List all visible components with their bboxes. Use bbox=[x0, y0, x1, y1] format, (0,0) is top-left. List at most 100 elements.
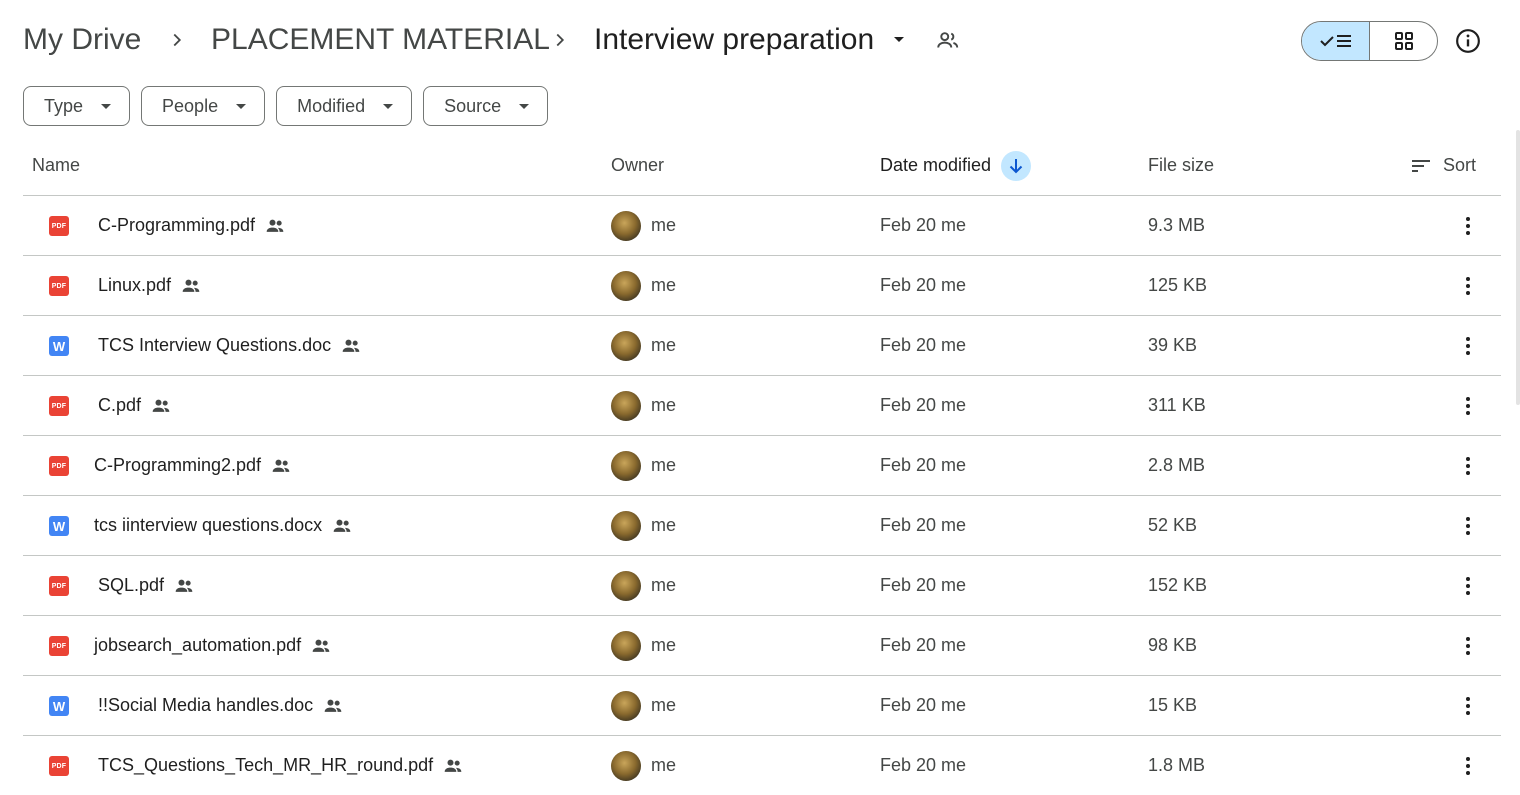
list-view-button[interactable] bbox=[1302, 22, 1370, 60]
avatar bbox=[611, 691, 641, 721]
grid-view-button[interactable] bbox=[1370, 22, 1437, 60]
avatar bbox=[611, 451, 641, 481]
file-name-cell: TCS Interview Questions.doc bbox=[98, 335, 361, 356]
file-name[interactable]: !!Social Media handles.doc bbox=[98, 695, 313, 716]
info-icon[interactable] bbox=[1455, 28, 1481, 54]
owner: me bbox=[651, 215, 677, 235]
file-size: 2.8 MB bbox=[1148, 455, 1206, 475]
more-vert-icon[interactable] bbox=[1458, 214, 1478, 238]
shared-people-icon bbox=[444, 759, 462, 772]
file-size: 311 KB bbox=[1148, 395, 1206, 415]
date-modified: Feb 20 me bbox=[880, 215, 967, 235]
filter-source-chip[interactable]: Source bbox=[423, 86, 549, 126]
table-row[interactable]: PDF C.pdf me Feb 20 me 311 KB bbox=[23, 376, 1501, 436]
table-row[interactable]: W tcs iinterview questions.docx me Feb 2… bbox=[23, 496, 1501, 556]
table-row[interactable]: PDF TCS_Questions_Tech_MR_HR_round.pdf m… bbox=[23, 736, 1501, 795]
column-header-file-size[interactable]: File size bbox=[1148, 155, 1214, 176]
filter-chips: Type People Modified Source bbox=[23, 86, 549, 126]
file-name-cell: tcs iinterview questions.docx bbox=[94, 515, 352, 536]
word-doc-icon: W bbox=[49, 516, 69, 536]
shared-people-icon bbox=[272, 459, 290, 472]
owner: me bbox=[651, 335, 677, 355]
more-vert-icon[interactable] bbox=[1458, 634, 1478, 658]
column-header-date-modified[interactable]: Date modified bbox=[880, 155, 991, 176]
top-bar: My Drive PLACEMENT MATERIAL Interview pr… bbox=[0, 0, 1520, 80]
avatar bbox=[611, 631, 641, 661]
file-name-cell: Linux.pdf bbox=[98, 275, 201, 296]
file-name-cell: C.pdf bbox=[98, 395, 171, 416]
shared-people-icon bbox=[152, 399, 170, 412]
chevron-right-icon bbox=[173, 33, 182, 47]
table-row[interactable]: PDF Linux.pdf me Feb 20 me 125 KB bbox=[23, 256, 1501, 316]
table-row[interactable]: PDF SQL.pdf me Feb 20 me 152 KB bbox=[23, 556, 1501, 616]
date-modified: Feb 20 me bbox=[880, 515, 967, 535]
filter-type-chip[interactable]: Type bbox=[23, 86, 131, 126]
date-modified: Feb 20 me bbox=[880, 575, 967, 595]
more-vert-icon[interactable] bbox=[1458, 514, 1478, 538]
more-vert-icon[interactable] bbox=[1458, 694, 1478, 718]
breadcrumb-my-drive[interactable]: My Drive bbox=[23, 20, 141, 60]
file-name[interactable]: SQL.pdf bbox=[98, 575, 164, 596]
filter-modified-chip[interactable]: Modified bbox=[276, 86, 413, 126]
caret-down-icon bbox=[519, 103, 530, 109]
scrollbar[interactable] bbox=[1516, 130, 1520, 405]
date-modified: Feb 20 me bbox=[880, 695, 967, 715]
caret-down-icon bbox=[101, 103, 112, 109]
file-name[interactable]: C-Programming2.pdf bbox=[94, 455, 261, 476]
file-name[interactable]: Linux.pdf bbox=[98, 275, 171, 296]
column-header-owner[interactable]: Owner bbox=[611, 155, 664, 176]
owner: me bbox=[651, 575, 677, 595]
avatar bbox=[611, 391, 641, 421]
table-row[interactable]: PDF C-Programming.pdf me Feb 20 me 9.3 M… bbox=[23, 196, 1501, 256]
date-modified: Feb 20 me bbox=[880, 395, 967, 415]
avatar bbox=[611, 751, 641, 781]
file-name[interactable]: tcs iinterview questions.docx bbox=[94, 515, 322, 536]
arrow-down-icon bbox=[1009, 159, 1023, 174]
sort-direction-button[interactable] bbox=[1001, 151, 1031, 181]
file-name[interactable]: TCS Interview Questions.doc bbox=[98, 335, 331, 356]
more-vert-icon[interactable] bbox=[1458, 394, 1478, 418]
more-vert-icon[interactable] bbox=[1458, 274, 1478, 298]
column-header-name[interactable]: Name bbox=[32, 155, 80, 176]
shared-people-icon bbox=[182, 279, 200, 292]
owner: me bbox=[651, 455, 677, 475]
date-modified: Feb 20 me bbox=[880, 275, 967, 295]
file-name[interactable]: jobsearch_automation.pdf bbox=[94, 635, 301, 656]
file-name[interactable]: C.pdf bbox=[98, 395, 141, 416]
avatar bbox=[611, 211, 641, 241]
table-row[interactable]: PDF C-Programming2.pdf me Feb 20 me 2.8 … bbox=[23, 436, 1501, 496]
file-size: 98 KB bbox=[1148, 635, 1198, 655]
sort-button[interactable]: Sort bbox=[1411, 155, 1476, 176]
caret-down-icon[interactable] bbox=[892, 35, 906, 45]
breadcrumb-current-folder[interactable]: Interview preparation bbox=[594, 20, 874, 60]
shared-people-icon bbox=[342, 339, 360, 352]
pdf-file-icon: PDF bbox=[49, 276, 69, 296]
file-name-cell: SQL.pdf bbox=[98, 575, 194, 596]
shared-people-icon bbox=[312, 639, 330, 652]
pdf-file-icon: PDF bbox=[49, 456, 69, 476]
file-size: 39 KB bbox=[1148, 335, 1198, 355]
avatar bbox=[611, 271, 641, 301]
shared-people-icon[interactable] bbox=[935, 28, 961, 54]
file-name[interactable]: C-Programming.pdf bbox=[98, 215, 255, 236]
date-modified: Feb 20 me bbox=[880, 635, 967, 655]
word-doc-icon: W bbox=[49, 696, 69, 716]
file-size: 125 KB bbox=[1148, 275, 1208, 295]
table-row[interactable]: PDF jobsearch_automation.pdf me Feb 20 m… bbox=[23, 616, 1501, 676]
file-name[interactable]: TCS_Questions_Tech_MR_HR_round.pdf bbox=[98, 755, 433, 776]
more-vert-icon[interactable] bbox=[1458, 454, 1478, 478]
file-name-cell: jobsearch_automation.pdf bbox=[94, 635, 331, 656]
table-row[interactable]: W TCS Interview Questions.doc me Feb 20 … bbox=[23, 316, 1501, 376]
file-name-cell: C-Programming2.pdf bbox=[94, 455, 291, 476]
breadcrumb-placement-material[interactable]: PLACEMENT MATERIAL bbox=[211, 20, 550, 60]
owner: me bbox=[651, 635, 677, 655]
more-vert-icon[interactable] bbox=[1458, 574, 1478, 598]
chip-label: Modified bbox=[297, 95, 366, 116]
filter-people-chip[interactable]: People bbox=[141, 86, 266, 126]
date-modified: Feb 20 me bbox=[880, 455, 967, 475]
table-row[interactable]: W !!Social Media handles.doc me Feb 20 m… bbox=[23, 676, 1501, 736]
avatar bbox=[611, 571, 641, 601]
more-vert-icon[interactable] bbox=[1458, 334, 1478, 358]
more-vert-icon[interactable] bbox=[1458, 754, 1478, 778]
owner: me bbox=[651, 695, 677, 715]
